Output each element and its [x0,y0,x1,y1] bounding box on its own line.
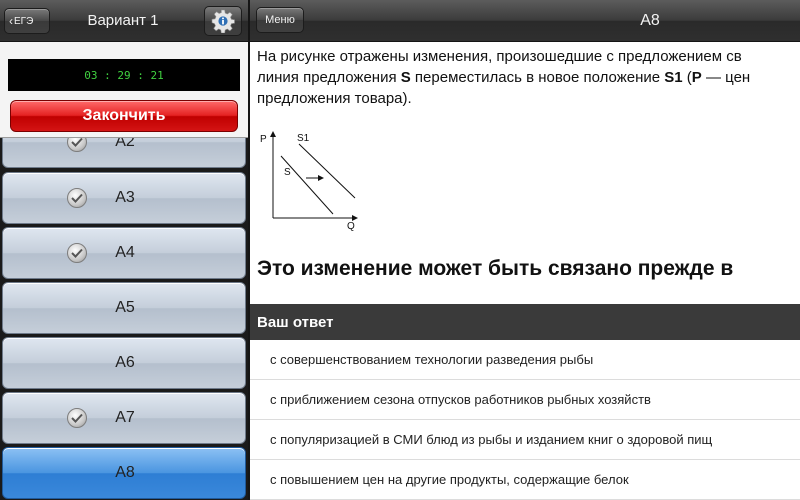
menu-button[interactable]: Меню [256,7,304,33]
supply-line-s [280,155,334,215]
timer-display: 03 : 29 : 21 [8,59,240,91]
text-span: линия предложения [257,69,401,86]
list-item-label: А7 [115,409,135,426]
list-item-a5[interactable]: А5 [2,282,246,334]
list-item-a6[interactable]: А6 [2,337,246,389]
question-line-3: предложения товара). [257,90,412,107]
list-item-label: А3 [115,189,135,206]
back-button[interactable]: ‹ ЕГЭ [4,8,50,34]
question-title: А8 [640,12,660,29]
question-line-1: На рисунке отражены изменения, произошед… [257,48,742,65]
label-s1: S1 [297,133,310,144]
content-header: Меню А8 [250,0,800,42]
answer-option-4[interactable]: с повышением цен на другие продукты, сод… [250,460,800,500]
timer-panel: 03 : 29 : 21 Закончить [0,42,248,138]
list-item-a8[interactable]: А8 [2,447,246,499]
answer-option-1[interactable]: с совершенствованием технологии разведен… [250,340,800,380]
text-span: переместилась в новое положение [410,69,665,86]
question-text: На рисунке отражены изменения, произошед… [257,46,800,109]
list-item-label: А4 [115,244,135,261]
answer-option-2[interactable]: с приближением сезона отпусков работнико… [250,380,800,420]
term-s: S [400,69,411,86]
answer-option-3[interactable]: с популяризацией в СМИ блюд из рыбы и из… [250,420,800,460]
sidebar-header: ‹ ЕГЭ Вариант 1 [0,0,248,42]
list-item-label: А8 [115,464,135,481]
text-span: ( [682,69,692,86]
supply-line-s1 [298,143,356,199]
gear-icon [211,9,235,33]
term-p: P [691,69,702,86]
list-item-a3[interactable]: А3 [2,172,246,224]
list-item-label: А6 [115,354,135,371]
chevron-left-icon: ‹ [9,14,13,28]
finish-button[interactable]: Закончить [10,100,238,132]
axis-label-p: P [260,134,267,145]
settings-button[interactable] [204,6,242,36]
list-item-label: А5 [115,299,135,316]
supply-shift-diagram: P Q S S1 [260,131,358,232]
question-line-2: линия предложения S переместилась в ново… [257,67,800,88]
list-item-a4[interactable]: А4 [2,227,246,279]
variant-title: Вариант 1 [87,12,159,29]
answer-header: Ваш ответ [250,304,800,340]
term-s1: S1 [664,69,683,86]
question-content: На рисунке отражены изменения, произошед… [250,42,800,500]
text-span: — цен [701,69,751,86]
back-button-label: ЕГЭ [14,15,34,27]
list-item-a7[interactable]: А7 [2,392,246,444]
question-prompt: Это изменение может быть связано прежде … [257,257,734,280]
axis-label-q: Q [347,221,355,232]
label-s: S [284,167,291,178]
